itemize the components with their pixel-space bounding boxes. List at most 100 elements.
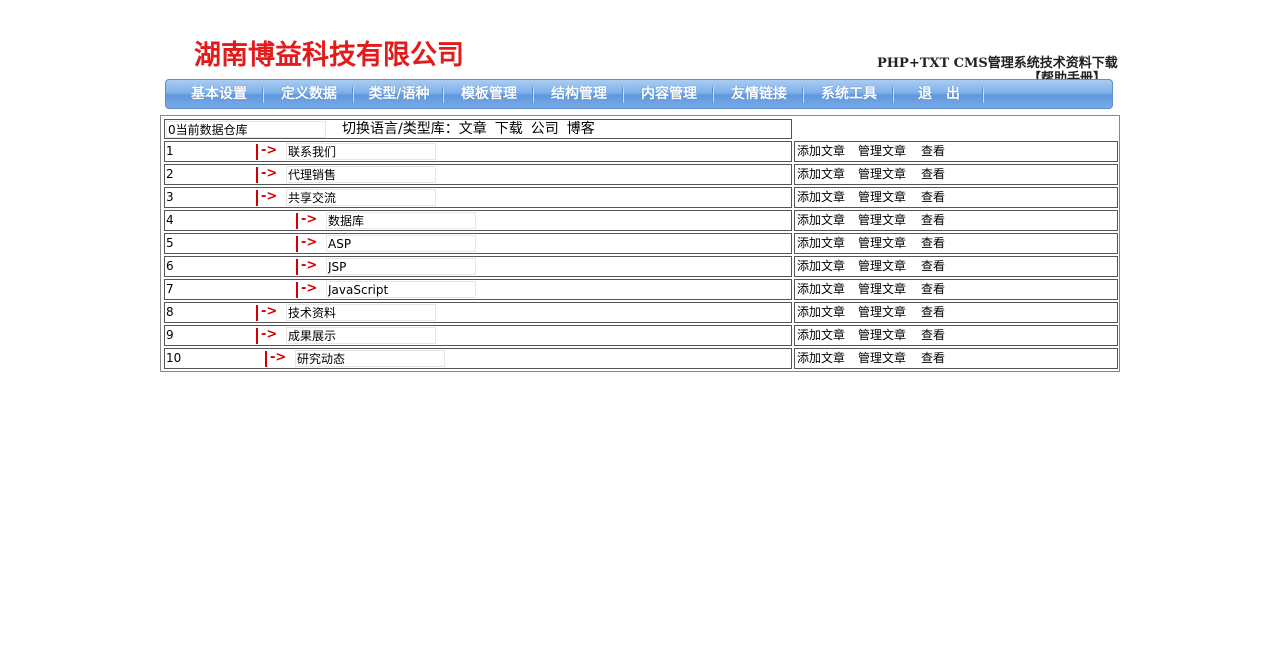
tree-arrow-icon: -> [296, 258, 320, 275]
row-id: 1 [166, 144, 174, 158]
view-link[interactable]: 查看 [921, 190, 945, 205]
category-name-input[interactable] [286, 304, 436, 321]
add-article-link[interactable]: 添加文章 [797, 328, 845, 343]
manage-article-link[interactable]: 管理文章 [858, 213, 906, 228]
view-link[interactable]: 查看 [921, 236, 945, 251]
row-actions: 添加文章 管理文章 查看 [794, 325, 1118, 346]
manage-article-link[interactable]: 管理文章 [858, 259, 906, 274]
manage-article-link[interactable]: 管理文章 [858, 167, 906, 182]
row-actions: 添加文章 管理文章 查看 [794, 348, 1118, 369]
nav-basic-settings[interactable]: 基本设置 [174, 79, 264, 109]
category-table: 切换语言/类型库：文章下载公司博客 1->添加文章管理文章查看2->添加文章管理… [160, 115, 1120, 372]
manage-article-link[interactable]: 管理文章 [858, 282, 906, 297]
view-link[interactable]: 查看 [921, 328, 945, 343]
nav-type-language[interactable]: 类型/语种 [354, 79, 444, 109]
view-link[interactable]: 查看 [921, 282, 945, 297]
view-link[interactable]: 查看 [921, 213, 945, 228]
view-link[interactable]: 查看 [921, 351, 945, 366]
row-id: 6 [166, 259, 174, 273]
main-navbar: 基本设置 定义数据 类型/语种 模板管理 结构管理 内容管理 友情链接 系统工具… [165, 79, 1113, 109]
repository-input[interactable] [166, 121, 326, 138]
help-manual-link[interactable]: 【帮助手册】 [1028, 67, 1106, 79]
add-article-link[interactable]: 添加文章 [797, 190, 845, 205]
nav-system-tools[interactable]: 系统工具 [804, 79, 894, 109]
row-id: 9 [166, 328, 174, 342]
table-row: 9 -> [164, 325, 792, 346]
row-id: 10 [166, 351, 182, 365]
row-actions: 添加文章 管理文章 查看 [794, 210, 1118, 231]
tree-arrow-icon: -> [296, 235, 320, 252]
row-actions: 添加文章 管理文章 查看 [794, 256, 1118, 277]
category-name-input[interactable] [326, 281, 476, 298]
tree-arrow-icon: -> [256, 143, 280, 160]
tree-arrow-icon: -> [296, 212, 320, 229]
manage-article-link[interactable]: 管理文章 [858, 144, 906, 159]
table-row: 1 -> [164, 141, 792, 162]
category-name-input[interactable] [286, 143, 436, 160]
row-actions: 添加文章 管理文章 查看 [794, 279, 1118, 300]
add-article-link[interactable]: 添加文章 [797, 259, 845, 274]
nav-friend-links[interactable]: 友情链接 [714, 79, 804, 109]
table-row: 6 -> [164, 256, 792, 277]
table-row: 8 -> [164, 302, 792, 323]
row-id: 4 [166, 213, 174, 227]
table-row: 7 -> [164, 279, 792, 300]
tree-arrow-icon: -> [256, 327, 280, 344]
row-id: 2 [166, 167, 174, 181]
tree-arrow-icon: -> [256, 304, 280, 321]
view-link[interactable]: 查看 [921, 144, 945, 159]
add-article-link[interactable]: 添加文章 [797, 282, 845, 297]
row-actions: 添加文章 管理文章 查看 [794, 187, 1118, 208]
add-article-link[interactable]: 添加文章 [797, 236, 845, 251]
table-row: 10 -> [164, 348, 792, 369]
nav-logout[interactable]: 退 出 [894, 79, 984, 109]
table-row: 3 -> [164, 187, 792, 208]
add-article-link[interactable]: 添加文章 [797, 305, 845, 320]
tree-arrow-icon: -> [256, 189, 280, 206]
add-article-link[interactable]: 添加文章 [797, 351, 845, 366]
view-link[interactable]: 查看 [921, 305, 945, 320]
row-id: 3 [166, 190, 174, 204]
view-link[interactable]: 查看 [921, 167, 945, 182]
manage-article-link[interactable]: 管理文章 [858, 328, 906, 343]
row-actions: 添加文章 管理文章 查看 [794, 233, 1118, 254]
row-actions: 添加文章 管理文章 查看 [794, 302, 1118, 323]
manage-article-link[interactable]: 管理文章 [858, 236, 906, 251]
manage-article-link[interactable]: 管理文章 [858, 351, 906, 366]
manage-article-link[interactable]: 管理文章 [858, 305, 906, 320]
category-name-input[interactable] [295, 350, 445, 367]
add-article-link[interactable]: 添加文章 [797, 144, 845, 159]
category-name-input[interactable] [286, 189, 436, 206]
nav-define-data[interactable]: 定义数据 [264, 79, 354, 109]
company-logo: 湖南博益科技有限公司 [194, 40, 464, 71]
table-row: 2 -> [164, 164, 792, 185]
repo-link-blog[interactable]: 博客 [567, 121, 595, 137]
nav-content-management[interactable]: 内容管理 [624, 79, 714, 109]
add-article-link[interactable]: 添加文章 [797, 213, 845, 228]
table-row: 5 -> [164, 233, 792, 254]
nav-structure-management[interactable]: 结构管理 [534, 79, 624, 109]
category-name-input[interactable] [326, 212, 476, 229]
repo-link-download[interactable]: 下载 [495, 121, 523, 137]
repo-link-article[interactable]: 文章 [459, 121, 487, 137]
tree-arrow-icon: -> [296, 281, 320, 298]
row-actions: 添加文章 管理文章 查看 [794, 141, 1118, 162]
add-article-link[interactable]: 添加文章 [797, 167, 845, 182]
tree-arrow-icon: -> [265, 350, 289, 367]
row-id: 5 [166, 236, 174, 250]
category-name-input[interactable] [286, 327, 436, 344]
switch-repository: 切换语言/类型库：文章 下载 公司 博客 [342, 120, 603, 138]
row-id: 8 [166, 305, 174, 319]
category-name-input[interactable] [326, 235, 476, 252]
row-actions: 添加文章 管理文章 查看 [794, 164, 1118, 185]
category-name-input[interactable] [326, 258, 476, 275]
tree-arrow-icon: -> [256, 166, 280, 183]
switch-label: 切换语言/类型库： [342, 121, 459, 137]
table-row: 4 -> [164, 210, 792, 231]
manage-article-link[interactable]: 管理文章 [858, 190, 906, 205]
row-id: 7 [166, 282, 174, 296]
nav-template-management[interactable]: 模板管理 [444, 79, 534, 109]
category-name-input[interactable] [286, 166, 436, 183]
view-link[interactable]: 查看 [921, 259, 945, 274]
repo-link-company[interactable]: 公司 [531, 121, 559, 137]
